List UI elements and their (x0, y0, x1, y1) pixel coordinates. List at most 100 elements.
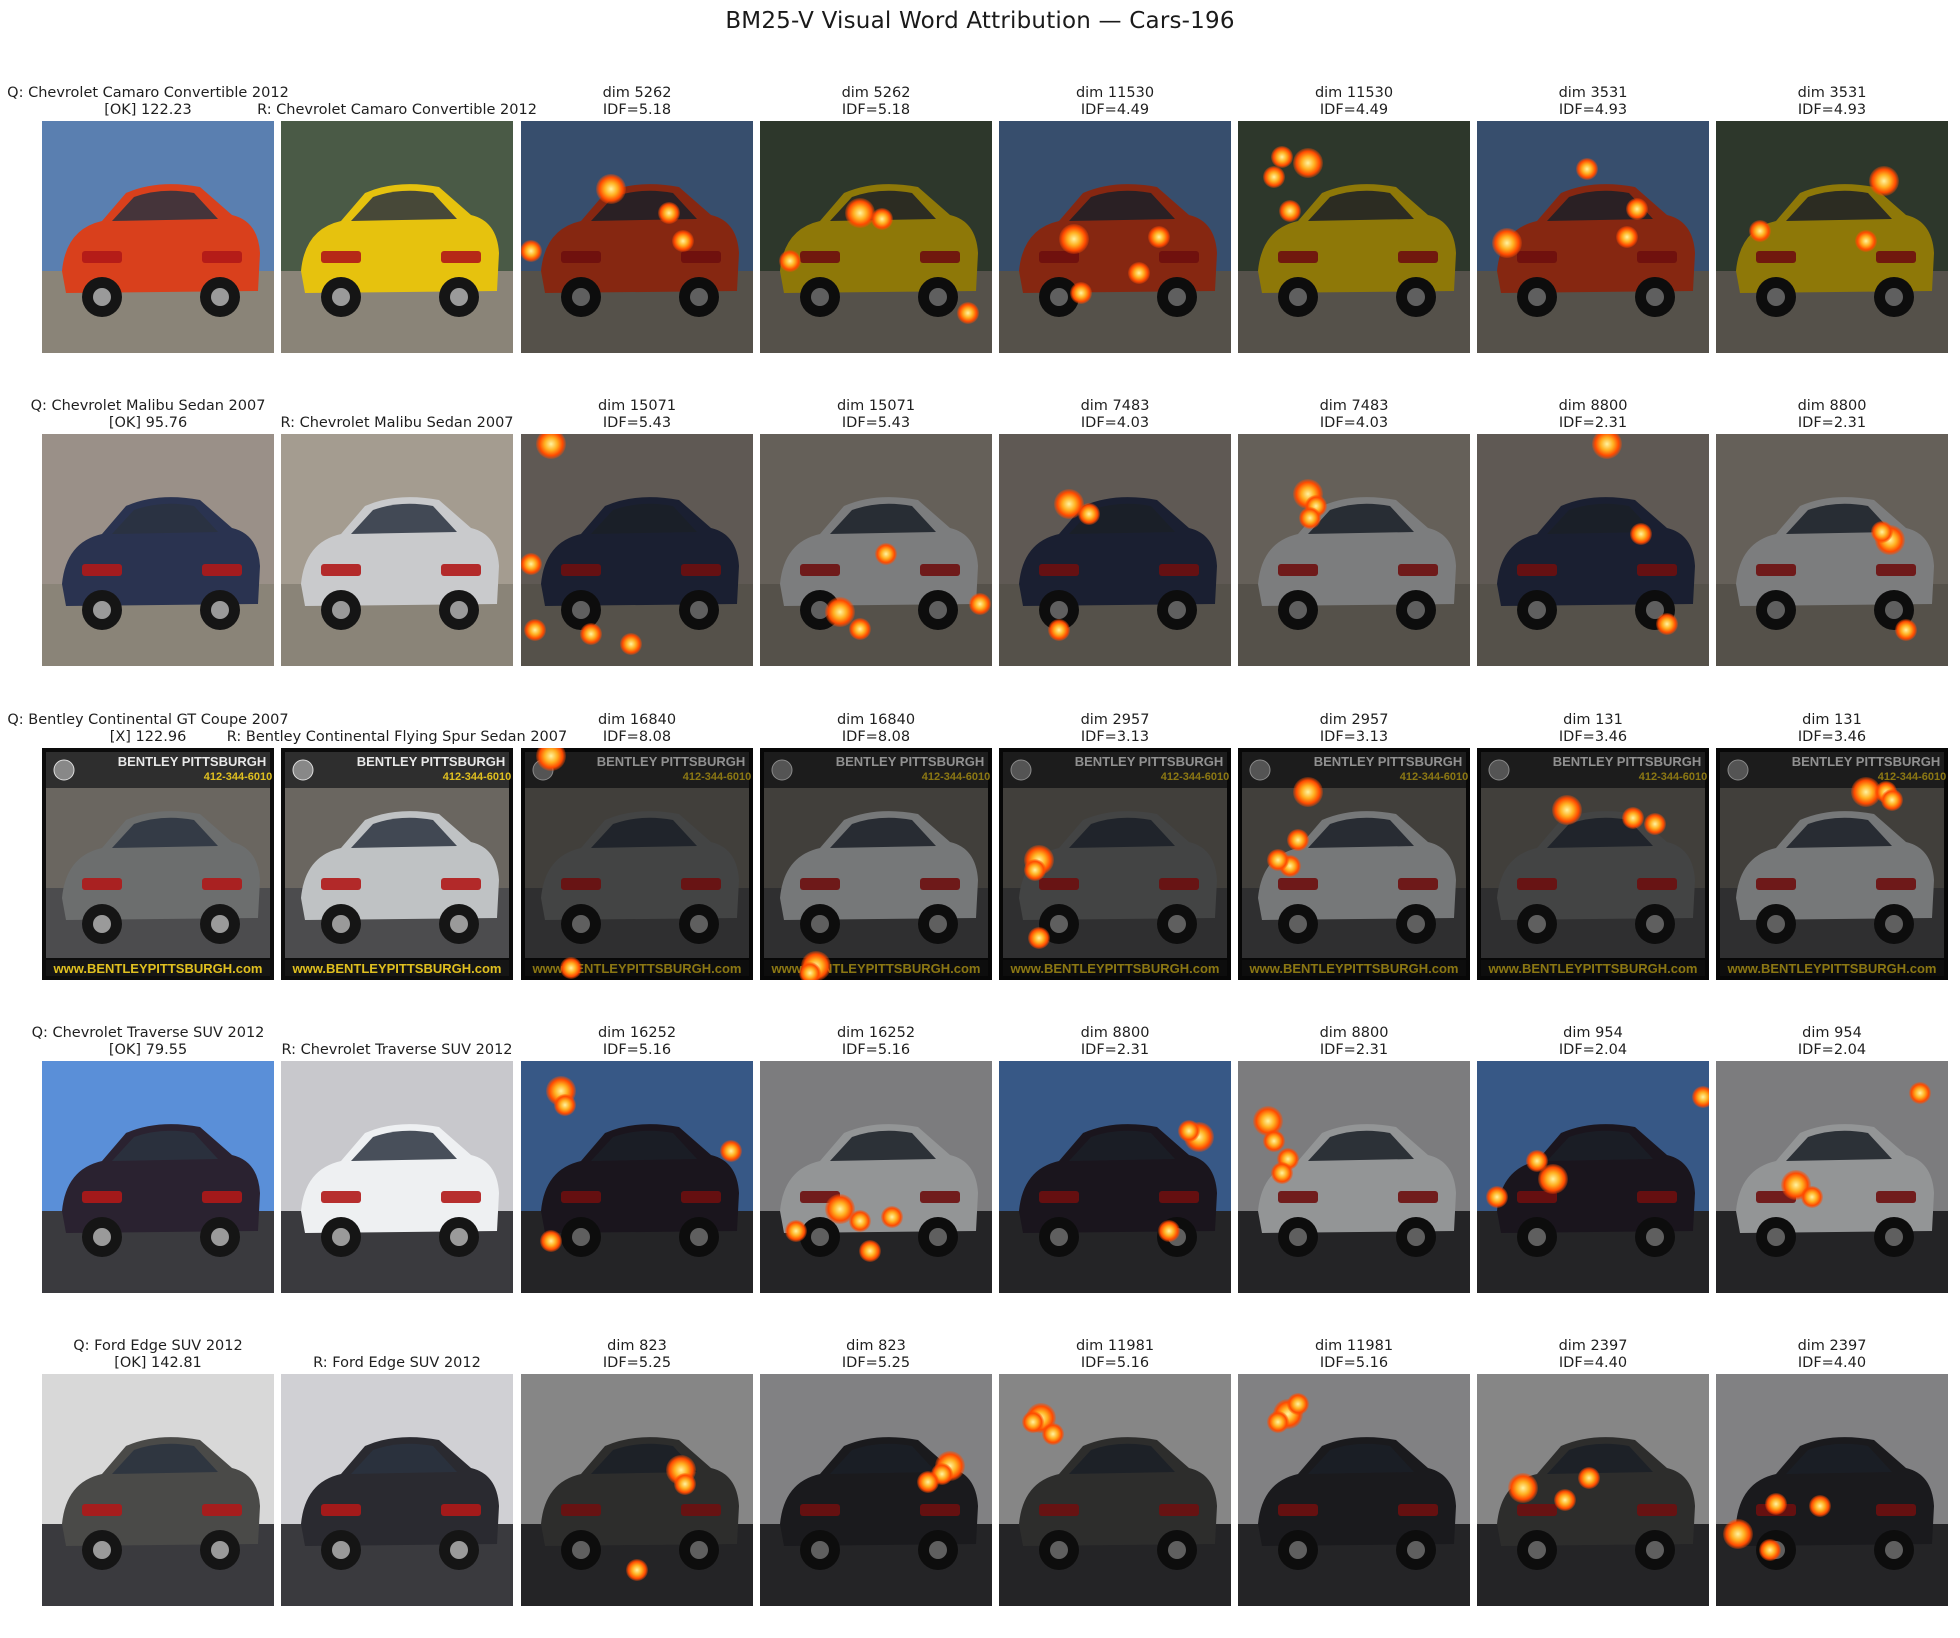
heatmap-dim-overlay (521, 121, 753, 353)
activation-hotspot (1526, 1150, 1548, 1172)
svg-text:BENTLEY PITTSBURGH: BENTLEY PITTSBURGH (357, 754, 506, 769)
heatmap-dim-overlay (1716, 1374, 1948, 1606)
activation-hotspot (1279, 200, 1301, 222)
query-car-photo (42, 434, 274, 666)
activation-hotspot (626, 1559, 648, 1581)
attribution-heatmap (1238, 434, 1470, 666)
activation-hotspot (1492, 228, 1522, 258)
query-cell: Q: Chevrolet Camaro Convertible 2012 [OK]… (7, 85, 289, 381)
attribution-heatmap (1716, 1061, 1948, 1293)
activation-hotspot (1486, 1186, 1508, 1208)
svg-text:BENTLEY PITTSBURGH: BENTLEY PITTSBURGH (118, 754, 267, 769)
activation-hotspot (524, 619, 546, 641)
activation-hotspot (1293, 148, 1323, 178)
attribution-heatmap (999, 1374, 1231, 1606)
query-car-photo (42, 121, 274, 353)
heatmap-cell: dim 2957 IDF=3.13 BENTLEY PITTSBURGH 412-34… (999, 712, 1231, 1008)
heatmap-cell: dim 8800 IDF=2.31 (1477, 398, 1709, 694)
activation-hotspot (596, 174, 626, 204)
query-image (42, 1374, 274, 1606)
heatmap-cell: dim 823 IDF=5.25 (760, 1338, 992, 1634)
dim-label: dim 954 (1802, 1025, 1862, 1041)
activation-hotspot (779, 250, 801, 272)
query-image: BENTLEY PITTSBURGH 412-344-6010 www.BENTLE… (42, 748, 274, 980)
attribution-heatmap (521, 1061, 753, 1293)
attribution-heatmap: BENTLEY PITTSBURGH 412-344-6010 www.BENTLE… (999, 748, 1231, 980)
svg-text:www.BENTLEYPITTSBURGH.com: www.BENTLEYPITTSBURGH.com (53, 961, 263, 976)
activation-hotspot (1271, 1162, 1293, 1184)
attribution-heatmap (1716, 1374, 1948, 1606)
activation-hotspot (521, 553, 542, 575)
query-image (42, 1061, 274, 1293)
activation-hotspot (1656, 613, 1678, 635)
activation-hotspot (1178, 1120, 1200, 1142)
activation-hotspot (917, 1471, 939, 1493)
idf-label: IDF=2.31 (1797, 415, 1867, 431)
idf-label: IDF=4.93 (1797, 102, 1867, 118)
heatmap-cell: dim 3531 IDF=4.93 (1477, 85, 1709, 381)
retrieved-car-photo (281, 434, 513, 666)
activation-hotspot (1263, 166, 1285, 188)
activation-hotspot (1801, 1186, 1823, 1208)
attribution-heatmap (521, 121, 753, 353)
svg-text:www.BENTLEYPITTSBURGH.com: www.BENTLEYPITTSBURGH.com (292, 961, 502, 976)
heatmap-cell: dim 16840 IDF=8.08 BENTLEY PITTSBURGH 412-3… (521, 712, 753, 1008)
heatmap-cell: dim 16840 IDF=8.08 BENTLEY PITTSBURGH 412-3… (760, 712, 992, 1008)
retrieved-image: BENTLEY PITTSBURGH 412-344-6010 www.BENTLE… (281, 748, 513, 980)
retrieved-car-photo: BENTLEY PITTSBURGH 412-344-6010 www.BENTLE… (281, 748, 513, 980)
activation-hotspot (957, 302, 979, 324)
attribution-heatmap: BENTLEY PITTSBURGH 412-344-6010 www.BENTLE… (1716, 748, 1948, 980)
activation-hotspot (540, 1230, 562, 1252)
heatmap-dim-overlay (760, 121, 992, 353)
activation-hotspot (658, 202, 680, 224)
heatmap-cell: dim 3531 IDF=4.93 (1716, 85, 1948, 381)
activation-hotspot (720, 1140, 742, 1162)
retrieved-car-photo (281, 121, 513, 353)
retrieved-image (281, 434, 513, 666)
query-image (42, 434, 274, 666)
attribution-heatmap (1477, 1061, 1709, 1293)
activation-hotspot (1626, 198, 1648, 220)
activation-hotspot (1048, 619, 1070, 641)
retrieved-image (281, 121, 513, 353)
activation-hotspot (1128, 262, 1150, 284)
activation-hotspot (580, 623, 602, 645)
query-cell: Q: Chevrolet Malibu Sedan 2007 [OK] 95.76 (31, 398, 274, 694)
activation-hotspot (1630, 523, 1652, 545)
retrieved-image (281, 1061, 513, 1293)
activation-hotspot (1622, 807, 1644, 829)
activation-hotspot (1158, 1220, 1180, 1242)
attribution-heatmap (1477, 1374, 1709, 1606)
retrieved-cell: R: Chevrolet Malibu Sedan 2007 (280, 398, 514, 694)
activation-hotspot (1749, 220, 1771, 242)
retrieved-cell: R: Chevrolet Camaro Convertible 2012 (257, 85, 537, 381)
activation-hotspot (849, 618, 871, 640)
heatmap-dim-overlay (999, 434, 1231, 666)
attribution-heatmap: BENTLEY PITTSBURGH 412-344-6010 www.BENTLE… (1238, 748, 1470, 980)
heatmap-cell: dim 823 IDF=5.25 (521, 1338, 753, 1634)
heatmap-dim-overlay (1716, 748, 1948, 980)
activation-hotspot (1855, 230, 1877, 252)
query-cell: Q: Chevrolet Traverse SUV 2012 [OK] 79.55 (32, 1025, 274, 1321)
activation-hotspot (1759, 1539, 1781, 1561)
attribution-row: Q: Bentley Continental GT Coupe 2007 [X] … (0, 712, 1960, 1012)
attribution-heatmap (521, 1374, 753, 1606)
attribution-heatmap (999, 1061, 1231, 1293)
heatmap-cell: dim 8800 IDF=2.31 (999, 1025, 1231, 1321)
figure-title: BM25-V Visual Word Attribution — Cars-19… (725, 8, 1235, 34)
heatmap-dim-overlay (760, 748, 992, 980)
activation-hotspot (1576, 158, 1598, 180)
idf-label: IDF=2.04 (1797, 1042, 1867, 1058)
attribution-heatmap (760, 121, 992, 353)
attribution-row: Q: Ford Edge SUV 2012 [OK] 142.81 R: Ford… (0, 1338, 1960, 1638)
activation-hotspot (1765, 1493, 1787, 1515)
attribution-heatmap (1238, 121, 1470, 353)
heatmap-cell: dim 11530 IDF=4.49 (1238, 85, 1470, 381)
query-car-photo (42, 1374, 274, 1606)
activation-hotspot (1869, 166, 1899, 196)
heatmap-cell: dim 8800 IDF=2.31 (1238, 1025, 1470, 1321)
idf-label: IDF=4.40 (1797, 1355, 1867, 1371)
heatmap-cell: dim 16252 IDF=5.16 (760, 1025, 992, 1321)
query-car-photo (42, 1061, 274, 1293)
attribution-heatmap (1238, 1374, 1470, 1606)
